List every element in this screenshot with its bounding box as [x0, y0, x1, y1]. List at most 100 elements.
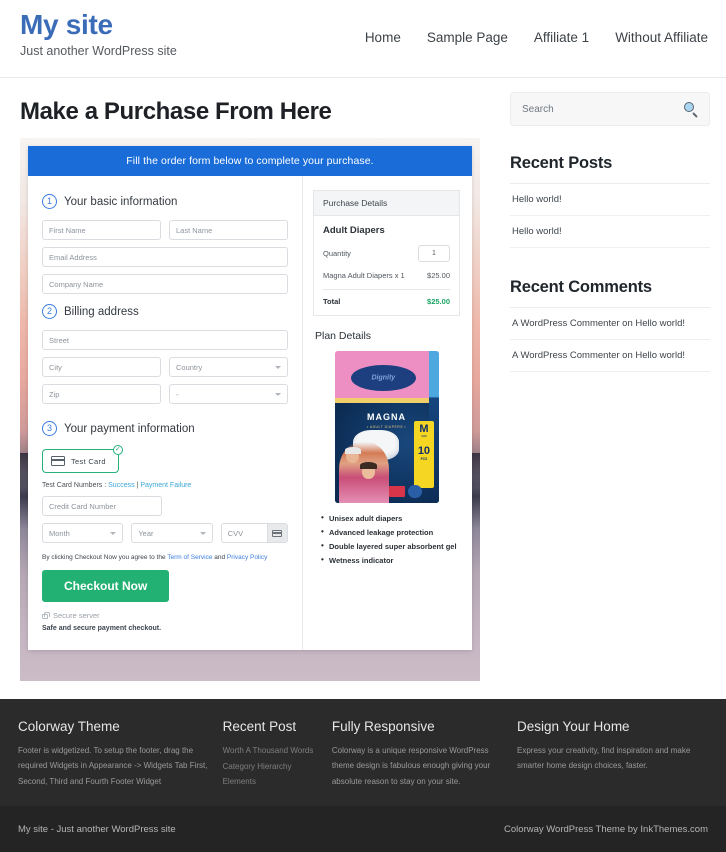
country-select-value: Country	[176, 362, 203, 372]
terms-prefix: By clicking Checkout Now you agree to th…	[42, 554, 166, 561]
product-features-list: Unisex adult diapers Advanced leakage pr…	[321, 513, 460, 565]
privacy-policy-link[interactable]: Privacy Policy	[227, 554, 267, 561]
list-item[interactable]: Worth A Thousand Words	[223, 743, 320, 759]
company-input[interactable]: Company Name	[42, 274, 288, 294]
purchase-details-box: Purchase Details Adult Diapers Quantity …	[313, 190, 460, 316]
terms-and: and	[214, 554, 226, 561]
order-form-body: 1 Your basic information First Name Last…	[28, 176, 472, 650]
footer-copyright-right[interactable]: Colorway WordPress Theme by InkThemes.co…	[504, 824, 708, 835]
product-image: MAGNA • ADULT DIAPERS • M SIZE	[334, 351, 439, 503]
test-card-failure-link[interactable]: Payment Failure	[140, 482, 191, 489]
test-card-label: Test Card	[71, 456, 106, 466]
footer-column-design-your-home: Design Your Home Express your creativity…	[517, 719, 708, 790]
test-card-numbers-note: Test Card Numbers : Success | Payment Fa…	[42, 482, 288, 489]
recent-comments-title: Recent Comments	[510, 278, 710, 308]
list-item[interactable]: Hello world!	[510, 184, 710, 216]
line-item-price: $25.00	[427, 271, 450, 280]
last-name-input[interactable]: Last Name	[169, 220, 288, 240]
city-input[interactable]: City	[42, 357, 161, 377]
secure-server-note: Secure server	[42, 611, 288, 620]
product-brand-logo	[351, 364, 416, 391]
list-item: Double layered super absorbent gel	[321, 541, 460, 551]
name-row: First Name Last Name	[42, 220, 288, 247]
search-input[interactable]: Search	[522, 104, 554, 115]
list-item: Unisex adult diapers	[321, 513, 460, 523]
line-item-label: Magna Adult Diapers x 1	[323, 271, 405, 280]
step-1-header: 1 Your basic information	[42, 194, 288, 209]
chevron-down-icon	[275, 392, 281, 396]
test-card-success-link[interactable]: Success	[108, 482, 134, 489]
purchase-details-body: Adult Diapers Quantity 1 Magna Adult Dia…	[314, 216, 459, 315]
zip-state-row: Zip -	[42, 384, 288, 411]
step-3-number: 3	[42, 421, 57, 436]
quantity-input[interactable]: 1	[418, 245, 450, 262]
term-of-service-link[interactable]: Term of Service	[167, 554, 212, 561]
step-1-number: 1	[42, 194, 57, 209]
site-branding[interactable]: My site Just another WordPress site	[20, 9, 177, 58]
state-select-value: -	[176, 389, 179, 399]
street-input[interactable]: Street	[42, 330, 288, 350]
step-2-label: Billing address	[64, 305, 139, 318]
footer-column-recent-post: Recent Post Worth A Thousand Words Categ…	[223, 719, 332, 790]
product-size-badge: M SIZE 10 PCS	[413, 420, 435, 488]
line-item-row: Magna Adult Diapers x 1 $25.00	[323, 271, 450, 280]
city-country-row: City Country	[42, 357, 288, 384]
country-select[interactable]: Country	[169, 357, 288, 377]
list-item[interactable]: Hello world!	[510, 216, 710, 248]
nav-item-home[interactable]: Home	[365, 30, 401, 45]
product-count-number: 10	[417, 444, 431, 457]
nav-item-without-affiliate[interactable]: Without Affiliate	[615, 30, 708, 45]
expiry-year-value: Year	[138, 528, 154, 538]
purchase-details-heading: Purchase Details	[314, 191, 459, 216]
list-item[interactable]: A WordPress Commenter on Hello world!	[510, 308, 710, 340]
secure-server-label: Secure server	[53, 611, 100, 620]
test-card-numbers-label: Test Card Numbers :	[42, 482, 107, 489]
email-input[interactable]: Email Address	[42, 247, 288, 267]
nav-item-sample-page[interactable]: Sample Page	[427, 30, 508, 45]
footer-column-title: Recent Post	[222, 719, 297, 735]
order-form-fields: 1 Your basic information First Name Last…	[28, 176, 302, 650]
content-wrapper: Make a Purchase From Here Fill the order…	[0, 78, 726, 681]
step-2-header: 2 Billing address	[42, 304, 288, 319]
cvv-card-icon	[266, 524, 287, 542]
chevron-down-icon	[275, 365, 281, 369]
recent-posts-title: Recent Posts	[510, 154, 710, 184]
total-row: Total $25.00	[323, 297, 450, 306]
footer-copyright-left: My site - Just another WordPress site	[18, 823, 176, 835]
divider	[323, 289, 450, 290]
list-item[interactable]: Elements	[223, 774, 320, 790]
nav-item-affiliate-1[interactable]: Affiliate 1	[534, 30, 589, 45]
site-header: My site Just another WordPress site Home…	[0, 0, 726, 78]
main-column: Make a Purchase From Here Fill the order…	[20, 78, 488, 681]
first-name-input[interactable]: First Name	[42, 220, 161, 240]
site-title[interactable]: My site	[20, 9, 177, 41]
lock-icon	[42, 612, 50, 619]
chevron-down-icon	[110, 531, 117, 535]
terms-notice: By clicking Checkout Now you agree to th…	[42, 554, 288, 561]
footer-column-title: Colorway Theme	[18, 719, 120, 735]
order-form-banner: Fill the order form below to complete yo…	[28, 146, 472, 176]
list-item[interactable]: Category Hierarchy	[223, 759, 320, 775]
footer-recent-post-list: Worth A Thousand Words Category Hierarch…	[223, 743, 320, 790]
search-widget[interactable]: Search	[510, 92, 710, 126]
footer-column-colorway-theme: Colorway Theme Footer is widgetized. To …	[18, 719, 223, 790]
footer-column-text: Express your creativity, find inspiratio…	[517, 746, 691, 771]
list-item: Wetness indicator	[321, 555, 460, 565]
list-item[interactable]: A WordPress Commenter on Hello world!	[510, 340, 710, 372]
step-3-header: 3 Your payment information	[42, 421, 288, 436]
test-card-method-button[interactable]: Test Card ✓	[42, 445, 123, 473]
state-select[interactable]: -	[169, 384, 288, 404]
step-3-label: Your payment information	[64, 422, 195, 435]
checkout-now-button[interactable]: Checkout Now	[42, 570, 170, 602]
footer-column-text: Colorway is a unique responsive WordPres…	[331, 746, 491, 786]
expiry-year-select[interactable]: Year	[131, 523, 213, 543]
footer-column-text: Footer is widgetized. To setup the foote…	[18, 746, 208, 786]
total-label: Total	[323, 297, 341, 306]
zip-input[interactable]: Zip	[42, 384, 161, 404]
search-icon[interactable]	[684, 102, 698, 118]
widget-spacer	[510, 248, 710, 278]
credit-card-number-input[interactable]: Credit Card Number	[42, 496, 162, 516]
chevron-down-icon	[199, 531, 206, 535]
main-navigation: Home Sample Page Affiliate 1 Without Aff…	[365, 30, 708, 45]
expiry-month-select[interactable]: Month	[42, 523, 124, 543]
